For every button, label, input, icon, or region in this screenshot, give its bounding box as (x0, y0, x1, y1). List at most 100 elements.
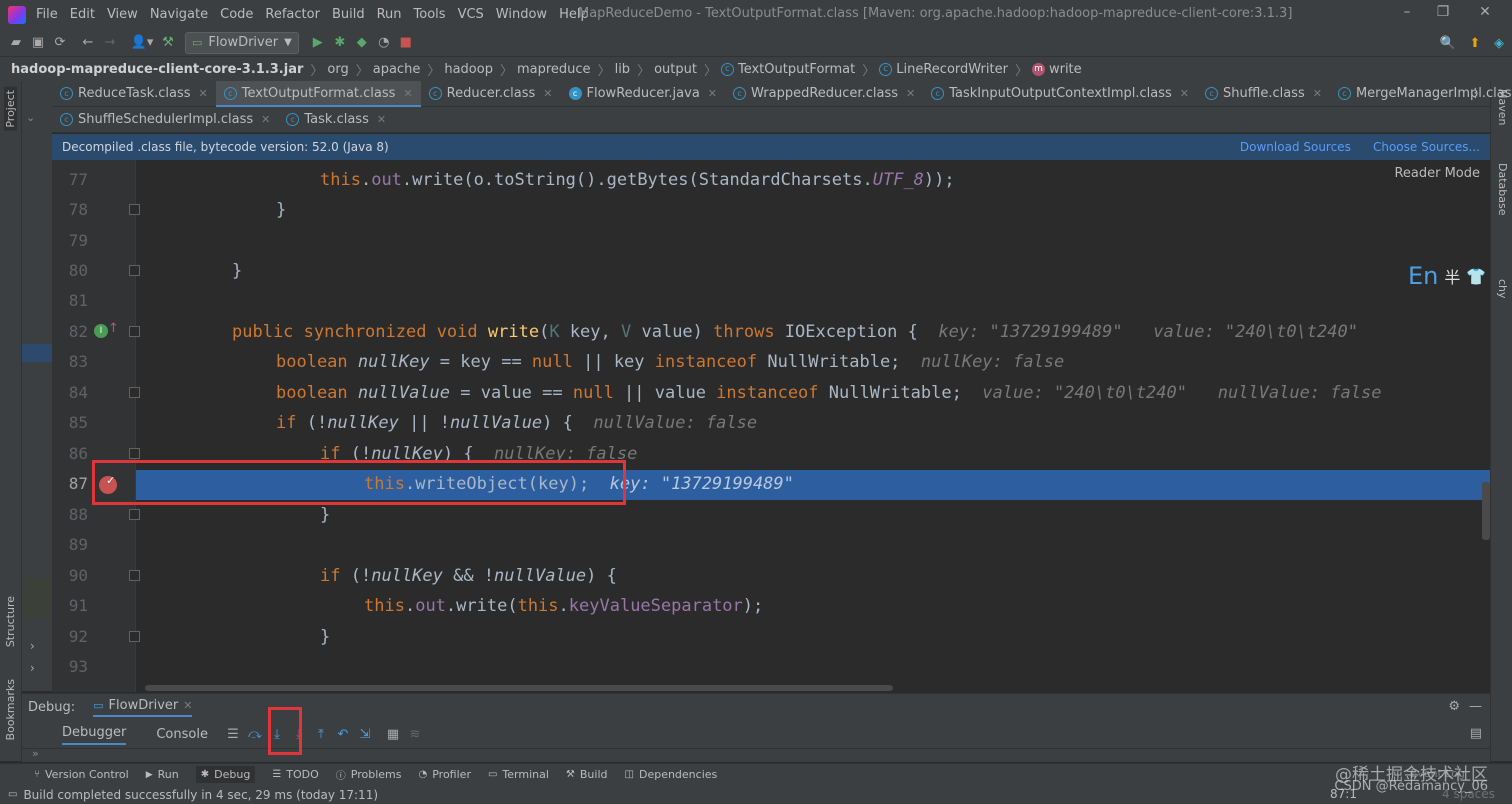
tab-reducetask[interactable]: c ReduceTask.class ✕ (52, 81, 216, 107)
fold-marker-icon[interactable] (129, 448, 140, 459)
editor-gutter[interactable]: 77 78 79 80 81 82 83 84 85 86 87 88 89 9… (52, 160, 140, 692)
close-icon[interactable]: ✕ (1313, 87, 1322, 100)
tab-debugger[interactable]: Debugger (62, 725, 127, 745)
menu-vcs[interactable]: VCS (458, 7, 484, 22)
minimize-panel-icon[interactable]: — (1469, 699, 1482, 714)
breadcrumb-hadoop[interactable]: hadoop (444, 62, 493, 77)
sync-icon[interactable]: ⟳ (49, 32, 71, 54)
tab-taskinputoutputcontextimpl[interactable]: c TaskInputOutputContextImpl.class ✕ (923, 81, 1197, 107)
user-menu-icon[interactable]: 👤▾ (127, 32, 157, 54)
tab-wrappedreducer[interactable]: c WrappedReducer.class ✕ (725, 81, 923, 107)
menu-navigate[interactable]: Navigate (150, 7, 208, 22)
code-line-80[interactable]: } (232, 261, 242, 281)
menu-edit[interactable]: Edit (70, 7, 95, 22)
breadcrumb-apache[interactable]: apache (373, 62, 421, 77)
menu-view[interactable]: View (107, 7, 138, 22)
todo-tool[interactable]: ☰ TODO (272, 768, 318, 781)
code-line-88[interactable]: } (320, 505, 330, 525)
debug-tool[interactable]: ✱ Debug (195, 766, 256, 783)
evaluate-expression-icon[interactable]: ▦ (382, 724, 404, 746)
choose-sources-link[interactable]: Choose Sources... (1373, 140, 1480, 154)
coverage-icon[interactable]: ◆ (351, 32, 373, 54)
dependencies-tool[interactable]: ◫ Dependencies (625, 768, 718, 781)
debug-session-tab[interactable]: ▭ FlowDriver ✕ (93, 698, 193, 717)
menu-window[interactable]: Window (496, 7, 547, 22)
project-tool-button[interactable]: Project (4, 87, 17, 131)
menu-file[interactable]: File (36, 7, 58, 22)
tab-mergemanagerimpl[interactable]: cMergeManagerImpl.class✕ (1330, 81, 1512, 107)
menu-build[interactable]: Build (332, 7, 365, 22)
hierarchy-tool-button[interactable]: chy (1496, 279, 1509, 299)
close-icon[interactable]: ✕ (403, 87, 412, 100)
run-icon[interactable]: ▶ (307, 32, 329, 54)
breadcrumb-jar[interactable]: hadoop-mapreduce-client-core-3.1.3.jar (11, 62, 303, 77)
breadcrumb-mapreduce[interactable]: mapreduce (517, 62, 591, 77)
close-icon[interactable]: ✕ (261, 113, 270, 126)
close-icon[interactable]: ✕ (183, 699, 192, 712)
profile-icon[interactable]: ◔ (373, 32, 395, 54)
gear-icon[interactable]: ⚙ (1448, 699, 1460, 714)
close-icon[interactable]: ✕ (377, 113, 386, 126)
reader-mode-button[interactable]: Reader Mode (1394, 166, 1480, 181)
version-control-tool[interactable]: ⑂ Version Control (34, 768, 129, 781)
open-folder-icon[interactable]: ▰ (5, 32, 27, 54)
override-arrow-icon[interactable]: ↑ (108, 321, 119, 336)
terminal-tool[interactable]: ▭ Terminal (488, 768, 549, 781)
fold-marker-icon[interactable] (129, 570, 140, 581)
drop-frame-icon[interactable]: ↶ (332, 724, 354, 746)
fold-marker-icon[interactable] (129, 631, 140, 642)
search-icon[interactable]: 🔍 (1437, 32, 1459, 54)
close-window-icon[interactable]: ✕ (1474, 4, 1496, 24)
trace-icon[interactable]: ≋ (404, 724, 426, 746)
show-frames-icon[interactable]: ☰ (222, 724, 244, 746)
menu-tools[interactable]: Tools (414, 7, 446, 22)
problems-tool[interactable]: ⓘ Problems (336, 767, 402, 782)
menu-code[interactable]: Code (220, 7, 253, 22)
tab-flowreducer[interactable]: c FlowReducer.java ✕ (561, 81, 726, 107)
bookmarks-tool-button[interactable]: Bookmarks (4, 679, 17, 740)
build-hammer-icon[interactable]: ⚒ (157, 32, 179, 54)
menu-run[interactable]: Run (377, 7, 402, 22)
stop-icon[interactable]: ■ (395, 32, 417, 54)
save-icon[interactable]: ▣ (27, 32, 49, 54)
close-icon[interactable]: ✕ (708, 87, 717, 100)
build-tool[interactable]: ⚒ Build (566, 768, 608, 781)
breadcrumb-textoutputformat[interactable]: TextOutputFormat (738, 62, 855, 77)
step-over-icon[interactable]: ⤼ (244, 724, 266, 746)
profiler-tool[interactable]: ◔ Profiler (419, 768, 471, 781)
close-icon[interactable]: ✕ (1180, 87, 1189, 100)
status-icon[interactable]: ▭ (8, 789, 17, 800)
code-line-91[interactable]: this.out.write(this.keyValueSeparator); (364, 596, 763, 616)
breadcrumb-lib[interactable]: lib (615, 62, 630, 77)
fold-marker-icon[interactable] (129, 326, 140, 337)
code-line-85[interactable]: if (!nullKey || !nullValue) { nullValue:… (276, 413, 757, 433)
fold-marker-icon[interactable] (129, 387, 140, 398)
breadcrumb-write[interactable]: write (1049, 62, 1082, 77)
update-icon[interactable]: ⬆ (1464, 32, 1486, 54)
run-to-cursor-icon[interactable]: ⇲ (354, 724, 376, 746)
minimize-icon[interactable]: – (1396, 4, 1418, 24)
code-line-83[interactable]: boolean nullKey = key == null || key ins… (276, 352, 1064, 372)
close-icon[interactable]: ✕ (543, 87, 552, 100)
tab-task[interactable]: c Task.class ✕ (278, 107, 394, 133)
back-arrow-icon[interactable]: ← (77, 32, 99, 54)
fold-marker-icon[interactable] (129, 509, 140, 520)
expand-icon[interactable]: » (32, 747, 39, 760)
implements-gutter-icon[interactable]: I (94, 324, 108, 338)
debug-bug-icon[interactable]: ✱ (329, 32, 351, 54)
maximize-icon[interactable]: ❐ (1432, 4, 1454, 24)
tab-shuffle[interactable]: c Shuffle.class ✕ (1197, 81, 1330, 107)
fold-marker-icon[interactable] (129, 265, 140, 276)
code-line-92[interactable]: } (320, 627, 330, 647)
more-tabs-icon[interactable]: ⋮ (1469, 86, 1482, 101)
layout-icon[interactable]: ▤ (1470, 726, 1482, 741)
breadcrumb-org[interactable]: org (327, 62, 348, 77)
ide-logo-icon[interactable]: ◈ (1488, 32, 1510, 54)
project-changed-row[interactable] (22, 578, 52, 618)
chevron-down-icon[interactable]: ⌄ (26, 111, 35, 124)
tab-shuffleschedulerimpl[interactable]: c ShuffleSchedulerImpl.class ✕ (52, 107, 278, 133)
breadcrumb-output[interactable]: output (654, 62, 697, 77)
chevron-right-icon[interactable]: › (30, 639, 35, 653)
run-configuration-select[interactable]: ▭ FlowDriver ▼ (185, 31, 299, 54)
code-line-78[interactable]: } (276, 200, 286, 220)
